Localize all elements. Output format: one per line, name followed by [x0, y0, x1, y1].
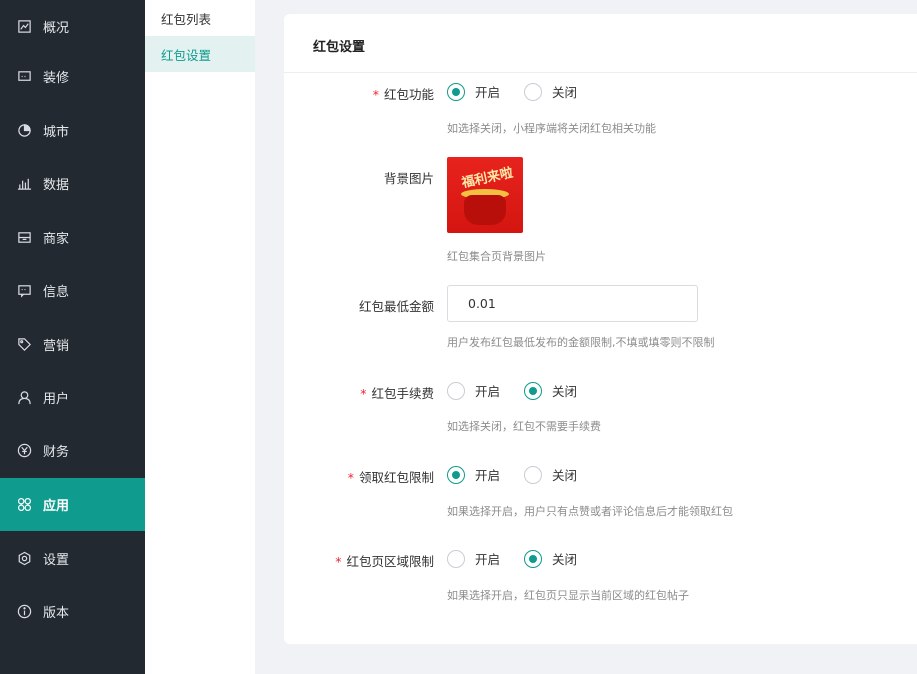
info-icon	[17, 604, 32, 619]
radio-group-redpacket-function: 开启 关闭	[447, 82, 601, 101]
radio-circle	[447, 549, 465, 568]
sidebar-item-label: 用户	[43, 392, 70, 407]
background-image-thumbnail[interactable]: 福利来啦	[447, 157, 523, 233]
sidebar-item-label: 数据	[43, 178, 70, 193]
radio-group-region-limit: 开启 关闭	[447, 549, 601, 568]
hint-region-limit: 如果选择开启，红包页只显示当前区域的红包帖子	[447, 589, 689, 602]
field-label-receive-limit: * 领取红包限制	[347, 470, 434, 485]
field-label-min-amount: 红包最低金额	[358, 299, 434, 314]
hint-background-image: 红包集合页背景图片	[447, 250, 546, 263]
radio-redpacket-function-off[interactable]: 关闭	[524, 82, 577, 101]
sidebar-item-data[interactable]: 数据	[0, 157, 145, 210]
overview-icon	[17, 19, 32, 34]
field-label-fee: * 红包手续费	[360, 386, 434, 401]
radio-receive-limit-off[interactable]: 关闭	[524, 465, 577, 484]
radio-fee-off[interactable]: 关闭	[524, 381, 577, 400]
radio-group-receive-limit: 开启 关闭	[447, 465, 601, 484]
radio-group-fee: 开启 关闭	[447, 381, 601, 400]
sidebar-item-label: 版本	[43, 606, 70, 621]
submenu-item-redpacket-list[interactable]: 红包列表	[145, 0, 255, 36]
sidebar-item-overview[interactable]: 概况	[0, 0, 145, 53]
required-mark: *	[335, 554, 342, 569]
radio-circle	[524, 82, 543, 101]
main-sidebar: 概况 装修 城市 数据 商家 信息 营销 用户 财务 应用 设置 版本	[0, 0, 145, 674]
sidebar-item-apps[interactable]: 应用	[0, 478, 145, 531]
radio-region-limit-off[interactable]: 关闭	[524, 549, 577, 568]
radio-circle	[447, 381, 465, 400]
settings-panel: 红包设置 * 红包功能 开启 关闭 如选择关闭，小程序端将关闭红包相关功能 背景图…	[284, 14, 917, 644]
bag-shape	[464, 195, 506, 225]
field-label-region-limit: * 红包页区域限制	[335, 554, 434, 569]
radio-receive-limit-on[interactable]: 开启	[447, 465, 500, 484]
yen-icon	[17, 443, 32, 458]
merchant-icon	[17, 230, 32, 245]
hint-fee: 如选择关闭，红包不需要手续费	[447, 420, 601, 433]
field-label-redpacket-function: * 红包功能	[372, 87, 434, 102]
radio-circle	[447, 465, 465, 484]
submenu-item-redpacket-settings[interactable]: 红包设置	[145, 36, 255, 72]
required-mark: *	[372, 87, 379, 102]
panel-header: 红包设置	[284, 14, 917, 73]
hint-receive-limit: 如果选择开启，用户只有点赞或者评论信息后才能领取红包	[447, 505, 733, 518]
radio-fee-on[interactable]: 开启	[447, 381, 500, 400]
sidebar-item-city[interactable]: 城市	[0, 104, 145, 157]
sidebar-item-decor[interactable]: 装修	[0, 50, 145, 103]
required-mark: *	[347, 470, 354, 485]
sidebar-item-label: 应用	[43, 499, 70, 514]
settings-icon	[17, 551, 32, 566]
hint-redpacket-function: 如选择关闭，小程序端将关闭红包相关功能	[447, 122, 656, 135]
required-mark: *	[360, 386, 367, 401]
sidebar-item-settings[interactable]: 设置	[0, 532, 145, 585]
radio-region-limit-on[interactable]: 开启	[447, 549, 500, 568]
apps-icon	[17, 497, 32, 512]
sidebar-item-label: 设置	[43, 553, 70, 568]
radio-circle	[524, 381, 543, 400]
radio-circle	[447, 82, 465, 101]
page-title: 红包设置	[313, 40, 366, 55]
sidebar-item-label: 装修	[43, 71, 70, 86]
sidebar-item-label: 概况	[43, 21, 70, 36]
min-amount-input[interactable]: 0.01	[447, 285, 698, 322]
sidebar-item-user[interactable]: 用户	[0, 371, 145, 424]
sidebar-item-label: 营销	[43, 339, 70, 354]
sidebar-item-version[interactable]: 版本	[0, 585, 145, 638]
sidebar-item-merchant[interactable]: 商家	[0, 211, 145, 264]
message-icon	[17, 283, 32, 298]
city-icon	[17, 123, 32, 138]
decor-icon	[17, 69, 32, 84]
sidebar-item-label: 商家	[43, 232, 70, 247]
user-icon	[17, 390, 32, 405]
sidebar-item-label: 财务	[43, 445, 70, 460]
sidebar-item-finance[interactable]: 财务	[0, 424, 145, 477]
hint-min-amount: 用户发布红包最低发布的金额限制,不填或填零则不限制	[447, 336, 715, 349]
sub-menu: 红包列表 红包设置	[145, 0, 255, 674]
sidebar-item-message[interactable]: 信息	[0, 264, 145, 317]
radio-circle	[524, 465, 543, 484]
tag-icon	[17, 337, 32, 352]
image-text: 福利来啦	[460, 165, 515, 192]
sidebar-item-label: 城市	[43, 125, 70, 140]
radio-redpacket-function-on[interactable]: 开启	[447, 82, 500, 101]
sidebar-item-label: 信息	[43, 285, 70, 300]
field-label-background-image: 背景图片	[383, 171, 434, 186]
data-icon	[17, 176, 32, 191]
sidebar-item-marketing[interactable]: 营销	[0, 318, 145, 371]
radio-circle	[524, 549, 543, 568]
